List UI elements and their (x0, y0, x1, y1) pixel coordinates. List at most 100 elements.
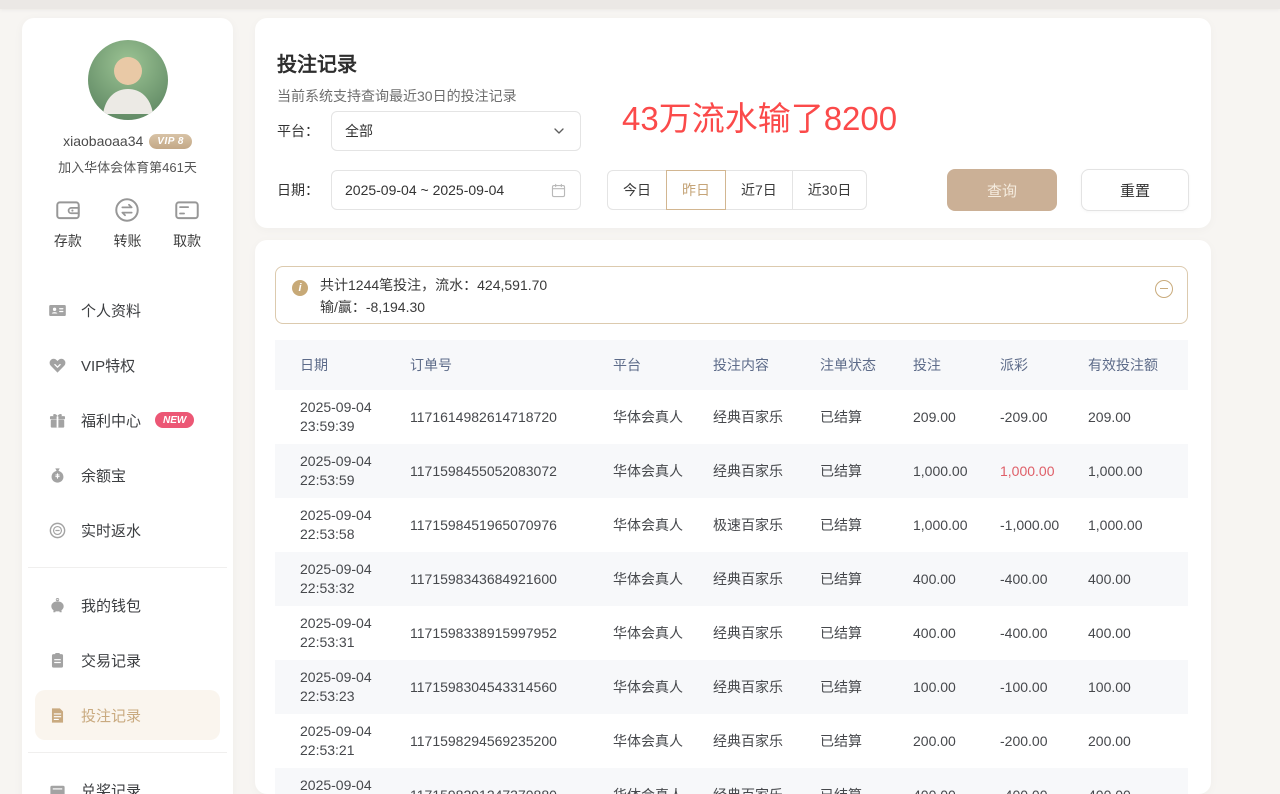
search-button[interactable]: 查询 (947, 169, 1057, 211)
table-row: 2025-09-0422:53:231171598304543314560华体会… (275, 660, 1188, 714)
cell-date-line: 2025-09-04 (300, 452, 410, 471)
date-filter-button[interactable]: 近7日 (725, 170, 793, 210)
collapse-icon[interactable] (1155, 280, 1173, 298)
annotation-overlay-text: 43万流水输了8200 (622, 92, 897, 140)
money-bag-icon (48, 466, 67, 485)
sidebar-item-vip-gem[interactable]: VIP特权 (35, 340, 220, 390)
quick-action-label: 转账 (113, 231, 141, 251)
sidebar-item-label: 投注记录 (81, 705, 141, 726)
cell-payout: -100.00 (1000, 660, 1088, 714)
avatar (88, 40, 168, 120)
cell-payout: -209.00 (1000, 390, 1088, 444)
sidebar-item-label: 福利中心 (81, 410, 141, 431)
table-header-cell: 投注内容 (713, 340, 820, 390)
summary-line2: 输/赢：-8,194.30 (320, 296, 1147, 318)
transfer-icon (113, 196, 141, 224)
cell-status: 已结算 (820, 768, 913, 794)
join-days-text: 加入华体会体育第461天 (22, 157, 233, 176)
summary-line1: 共计1244笔投注，流水：424,591.70 (320, 274, 1147, 296)
wallet-icon (54, 196, 82, 224)
cell-bet: 1,000.00 (913, 498, 1000, 552)
cell-platform: 华体会真人 (613, 660, 713, 714)
cell-content: 经典百家乐 (713, 444, 820, 498)
cell-bet: 209.00 (913, 390, 1000, 444)
platform-select[interactable]: 全部 (331, 111, 581, 151)
sidebar-item-label: 实时返水 (81, 520, 141, 541)
sidebar-item-money-bag[interactable]: 余额宝 (35, 450, 220, 500)
cell-content: 经典百家乐 (713, 714, 820, 768)
cell-date: 2025-09-0423:59:39 (275, 390, 410, 444)
vip-badge: VIP 8 (149, 134, 192, 149)
date-filter-button[interactable]: 近30日 (792, 170, 868, 210)
cell-valid: 1,000.00 (1088, 498, 1188, 552)
cell-status: 已结算 (820, 714, 913, 768)
cell-valid: 400.00 (1088, 552, 1188, 606)
date-row: 日期： 2025-09-04 ~ 2025-09-04 今日昨日近7日近30日 … (277, 169, 1189, 211)
sidebar-item-rebate-coin[interactable]: 实时返水 (35, 505, 220, 555)
cell-valid: 1,000.00 (1088, 444, 1188, 498)
user-row: xiaobaoaa34 VIP 8 (22, 133, 233, 149)
id-card-icon (48, 301, 67, 320)
cell-date-line: 2025-09-04 (300, 776, 410, 794)
cell-platform: 华体会真人 (613, 390, 713, 444)
cell-payout: -400.00 (1000, 552, 1088, 606)
platform-selected-value: 全部 (345, 121, 373, 141)
gift-icon (48, 411, 67, 430)
date-range-input[interactable]: 2025-09-04 ~ 2025-09-04 (331, 170, 581, 210)
sidebar-menu-group-1: 个人资料VIP特权福利中心 NEW 余额宝实时返水 (35, 285, 220, 555)
info-icon (292, 280, 308, 296)
cell-bet: 200.00 (913, 714, 1000, 768)
sidebar-menu-group-2: 我的钱包交易记录投注记录 (35, 580, 220, 740)
cell-content: 极速百家乐 (713, 498, 820, 552)
rebate-coin-icon (48, 521, 67, 540)
cell-content: 经典百家乐 (713, 768, 820, 794)
cell-payout: -200.00 (1000, 714, 1088, 768)
date-filter-button[interactable]: 今日 (607, 170, 667, 210)
cell-payout: -400.00 (1000, 606, 1088, 660)
quick-action-label: 存款 (54, 231, 82, 251)
table-row: 2025-09-0422:53:311171598338915997952华体会… (275, 606, 1188, 660)
sidebar-item-bet-record[interactable]: 投注记录 (35, 690, 220, 740)
sidebar-item-prize-record[interactable]: 兑奖记录 (35, 765, 220, 794)
sidebar-item-label: 交易记录 (81, 650, 141, 671)
cell-content: 经典百家乐 (713, 390, 820, 444)
cell-time-line: 22:53:21 (300, 741, 410, 760)
date-filter-button[interactable]: 昨日 (666, 170, 726, 210)
cell-bet: 400.00 (913, 768, 1000, 794)
sidebar-menu-group-3: 兑奖记录 (35, 765, 220, 794)
cell-date: 2025-09-0422:53:19 (275, 768, 410, 794)
cell-order: 1171614982614718720 (410, 390, 613, 444)
cell-time-line: 22:53:32 (300, 579, 410, 598)
quick-action-label: 取款 (173, 231, 201, 251)
cell-payout: -400.00 (1000, 768, 1088, 794)
sidebar-item-gift[interactable]: 福利中心 NEW (35, 395, 220, 445)
cell-valid: 400.00 (1088, 768, 1188, 794)
quick-action-bank-card[interactable]: 取款 (173, 196, 201, 251)
top-strip (0, 0, 1280, 9)
summary-box: 共计1244笔投注，流水：424,591.70 输/赢：-8,194.30 (275, 266, 1188, 324)
cell-status: 已结算 (820, 444, 913, 498)
cell-content: 经典百家乐 (713, 552, 820, 606)
cell-date: 2025-09-0422:53:58 (275, 498, 410, 552)
sidebar-item-clipboard[interactable]: 交易记录 (35, 635, 220, 685)
cell-order: 1171598343684921600 (410, 552, 613, 606)
results-card: 共计1244笔投注，流水：424,591.70 输/赢：-8,194.30 日期… (255, 240, 1211, 794)
sidebar-item-id-card[interactable]: 个人资料 (35, 285, 220, 335)
quick-action-transfer[interactable]: 转账 (113, 196, 141, 251)
cell-valid: 100.00 (1088, 660, 1188, 714)
prize-record-icon (48, 781, 67, 794)
bet-records-table: 日期订单号平台投注内容注单状态投注派彩有效投注额 2025-09-0423:59… (275, 340, 1188, 794)
cell-date: 2025-09-0422:53:21 (275, 714, 410, 768)
cell-status: 已结算 (820, 498, 913, 552)
cell-bet: 400.00 (913, 552, 1000, 606)
page: xiaobaoaa34 VIP 8 加入华体会体育第461天 存款 转账 取款 个人… (0, 0, 1280, 794)
new-badge: NEW (155, 412, 194, 428)
table-header-row: 日期订单号平台投注内容注单状态投注派彩有效投注额 (275, 340, 1188, 390)
cell-status: 已结算 (820, 390, 913, 444)
cell-platform: 华体会真人 (613, 768, 713, 794)
reset-button[interactable]: 重置 (1081, 169, 1189, 211)
cell-bet: 400.00 (913, 606, 1000, 660)
sidebar-item-piggy-bank[interactable]: 我的钱包 (35, 580, 220, 630)
quick-action-wallet[interactable]: 存款 (54, 196, 82, 251)
cell-date: 2025-09-0422:53:31 (275, 606, 410, 660)
